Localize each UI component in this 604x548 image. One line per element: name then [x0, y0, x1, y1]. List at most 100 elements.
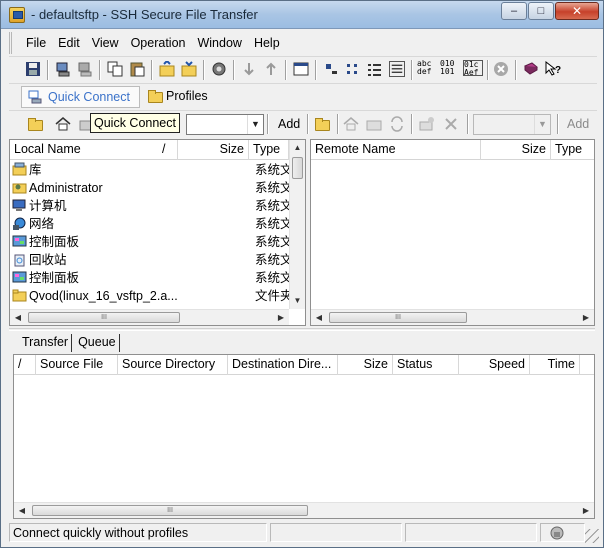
terminal-window-icon[interactable] — [293, 61, 309, 77]
list-item[interactable]: Qvod(linux_16_vsftp_2.a... 文件夹 — [10, 287, 305, 305]
remote-horizontal-scrollbar[interactable]: ◀ III ▶ — [311, 309, 594, 325]
scroll-right-icon[interactable]: ▶ — [273, 310, 289, 325]
list-view-icon[interactable] — [367, 61, 383, 77]
stop-icon[interactable] — [493, 61, 509, 77]
list-item[interactable]: 控制面板 系统文件夹 — [10, 233, 305, 251]
resize-grip[interactable] — [585, 529, 599, 543]
status-panel-3 — [405, 523, 537, 542]
transfer-list[interactable]: / Source File Source Directory Destinati… — [13, 354, 595, 519]
menu-window[interactable]: Window — [197, 36, 241, 50]
list-item[interactable]: Administrator 系统文件夹 — [10, 179, 305, 197]
col-source-directory[interactable]: Source Directory — [118, 355, 228, 375]
scroll-thumb[interactable]: III — [28, 312, 180, 323]
scroll-up-icon[interactable]: ▲ — [290, 140, 305, 156]
help-book-icon[interactable] — [523, 61, 539, 77]
delete-icon[interactable] — [443, 116, 459, 132]
remote-folder-icon[interactable] — [315, 118, 330, 131]
list-item[interactable]: 库 系统文件夹 — [10, 161, 305, 179]
scroll-left-icon[interactable]: ◀ — [14, 503, 30, 518]
tab-transfer[interactable]: Transfer — [19, 334, 73, 352]
col-type[interactable]: Type — [249, 140, 289, 160]
local-file-pane[interactable]: Local Name / Size Type 库 系统文件夹 Administr… — [9, 139, 306, 326]
remote-path-combo[interactable]: ▼ — [473, 114, 551, 135]
close-button[interactable]: ✕ — [555, 2, 599, 20]
home-icon[interactable] — [55, 116, 71, 132]
menu-file[interactable]: File — [26, 36, 46, 50]
minimize-icon: – — [510, 5, 518, 17]
details-view-icon[interactable] — [389, 61, 405, 77]
auto-mode-button[interactable]: 01c Aef — [463, 60, 483, 77]
scroll-thumb[interactable] — [292, 157, 303, 179]
scroll-left-icon[interactable]: ◀ — [10, 310, 26, 325]
col-local-name[interactable]: Local Name — [10, 140, 178, 160]
chevron-down-icon[interactable]: ▼ — [247, 115, 263, 134]
upload-arrow-icon[interactable] — [263, 61, 279, 77]
save-icon[interactable] — [25, 61, 41, 77]
ascii-mode-button[interactable]: abc def — [417, 60, 437, 76]
remote-file-pane[interactable]: Remote Name Size Type ◀ III ▶ — [310, 139, 595, 326]
menu-help[interactable]: Help — [254, 36, 280, 50]
col-source-file[interactable]: Source File — [36, 355, 118, 375]
col-size[interactable]: Size — [178, 140, 249, 160]
list-item[interactable]: 控制面板 系统文件夹 — [10, 269, 305, 287]
close-icon: ✕ — [571, 4, 583, 18]
list-item[interactable]: 计算机 系统文件夹 — [10, 197, 305, 215]
status-bar: Connect quickly without profiles — [9, 523, 599, 543]
local-add-button[interactable]: Add — [272, 113, 306, 135]
col-destination-directory[interactable]: Destination Dire... — [228, 355, 338, 375]
maximize-button[interactable]: □ — [528, 2, 554, 20]
menu-edit[interactable]: Edit — [58, 36, 80, 50]
menu-operation[interactable]: Operation — [131, 36, 186, 50]
profiles-button[interactable]: Profiles — [144, 86, 212, 108]
download-folder-icon[interactable] — [181, 61, 197, 77]
scroll-down-icon[interactable]: ▼ — [290, 293, 305, 309]
remote-add-button[interactable]: Add — [561, 113, 595, 135]
scroll-thumb[interactable]: III — [329, 312, 467, 323]
col-status[interactable]: Status — [393, 355, 459, 375]
col-remote-type[interactable]: Type — [551, 140, 596, 160]
binary-mode-button[interactable]: 010 101 — [440, 60, 460, 76]
remote-home-icon[interactable] — [343, 116, 359, 132]
pane-splitter[interactable] — [9, 328, 595, 331]
paste-icon[interactable] — [129, 61, 145, 77]
remote-chevron-down-icon[interactable]: ▼ — [534, 115, 550, 134]
app-icon[interactable] — [9, 7, 25, 23]
col-remote-name[interactable]: Remote Name — [311, 140, 481, 160]
local-folder-icon[interactable] — [28, 118, 43, 131]
local-path-combo[interactable]: ▼ — [186, 114, 264, 135]
col-time[interactable]: Time — [530, 355, 580, 375]
remote-new-folder-icon[interactable] — [366, 116, 382, 132]
title-bar[interactable]: - defaultsftp - SSH Secure File Transfer… — [1, 1, 603, 29]
context-help-icon[interactable]: ? — [545, 61, 561, 77]
minimize-button[interactable]: – — [501, 2, 527, 20]
refresh-icon[interactable] — [389, 116, 405, 132]
disconnect-icon[interactable] — [77, 61, 93, 77]
col-transfer-size[interactable]: Size — [338, 355, 393, 375]
list-item[interactable]: 网络 系统文件夹 — [10, 215, 305, 233]
small-icons-icon[interactable] — [345, 61, 361, 77]
tab-queue[interactable]: Queue — [75, 334, 120, 352]
scroll-left-icon[interactable]: ◀ — [311, 310, 327, 325]
remote-properties-icon[interactable] — [419, 116, 435, 132]
copy-icon[interactable] — [107, 61, 123, 77]
control-panel-icon — [12, 235, 27, 247]
col-remote-size[interactable]: Size — [481, 140, 551, 160]
settings-icon[interactable] — [211, 61, 227, 77]
user-folder-icon — [12, 183, 27, 194]
connect-icon[interactable] — [55, 61, 71, 77]
list-item[interactable]: 回收站 系统文件夹 — [10, 251, 305, 269]
scroll-thumb[interactable]: III — [32, 505, 308, 516]
col-speed[interactable]: Speed — [459, 355, 530, 375]
local-vertical-scrollbar[interactable]: ▲ ▼ — [289, 140, 305, 309]
scroll-right-icon[interactable]: ▶ — [578, 503, 594, 518]
large-icons-icon[interactable] — [323, 61, 339, 77]
quick-connect-button[interactable]: Quick Connect — [21, 86, 140, 108]
transfer-horizontal-scrollbar[interactable]: ◀ III ▶ — [14, 502, 594, 518]
download-arrow-icon[interactable] — [241, 61, 257, 77]
transfer-header: / Source File Source Directory Destinati… — [14, 355, 594, 375]
upload-folder-icon[interactable] — [159, 61, 175, 77]
menu-view[interactable]: View — [92, 36, 119, 50]
local-horizontal-scrollbar[interactable]: ◀ III ▶ — [10, 309, 289, 325]
scroll-right-icon[interactable]: ▶ — [578, 310, 594, 325]
col-sort[interactable]: / — [14, 355, 36, 375]
